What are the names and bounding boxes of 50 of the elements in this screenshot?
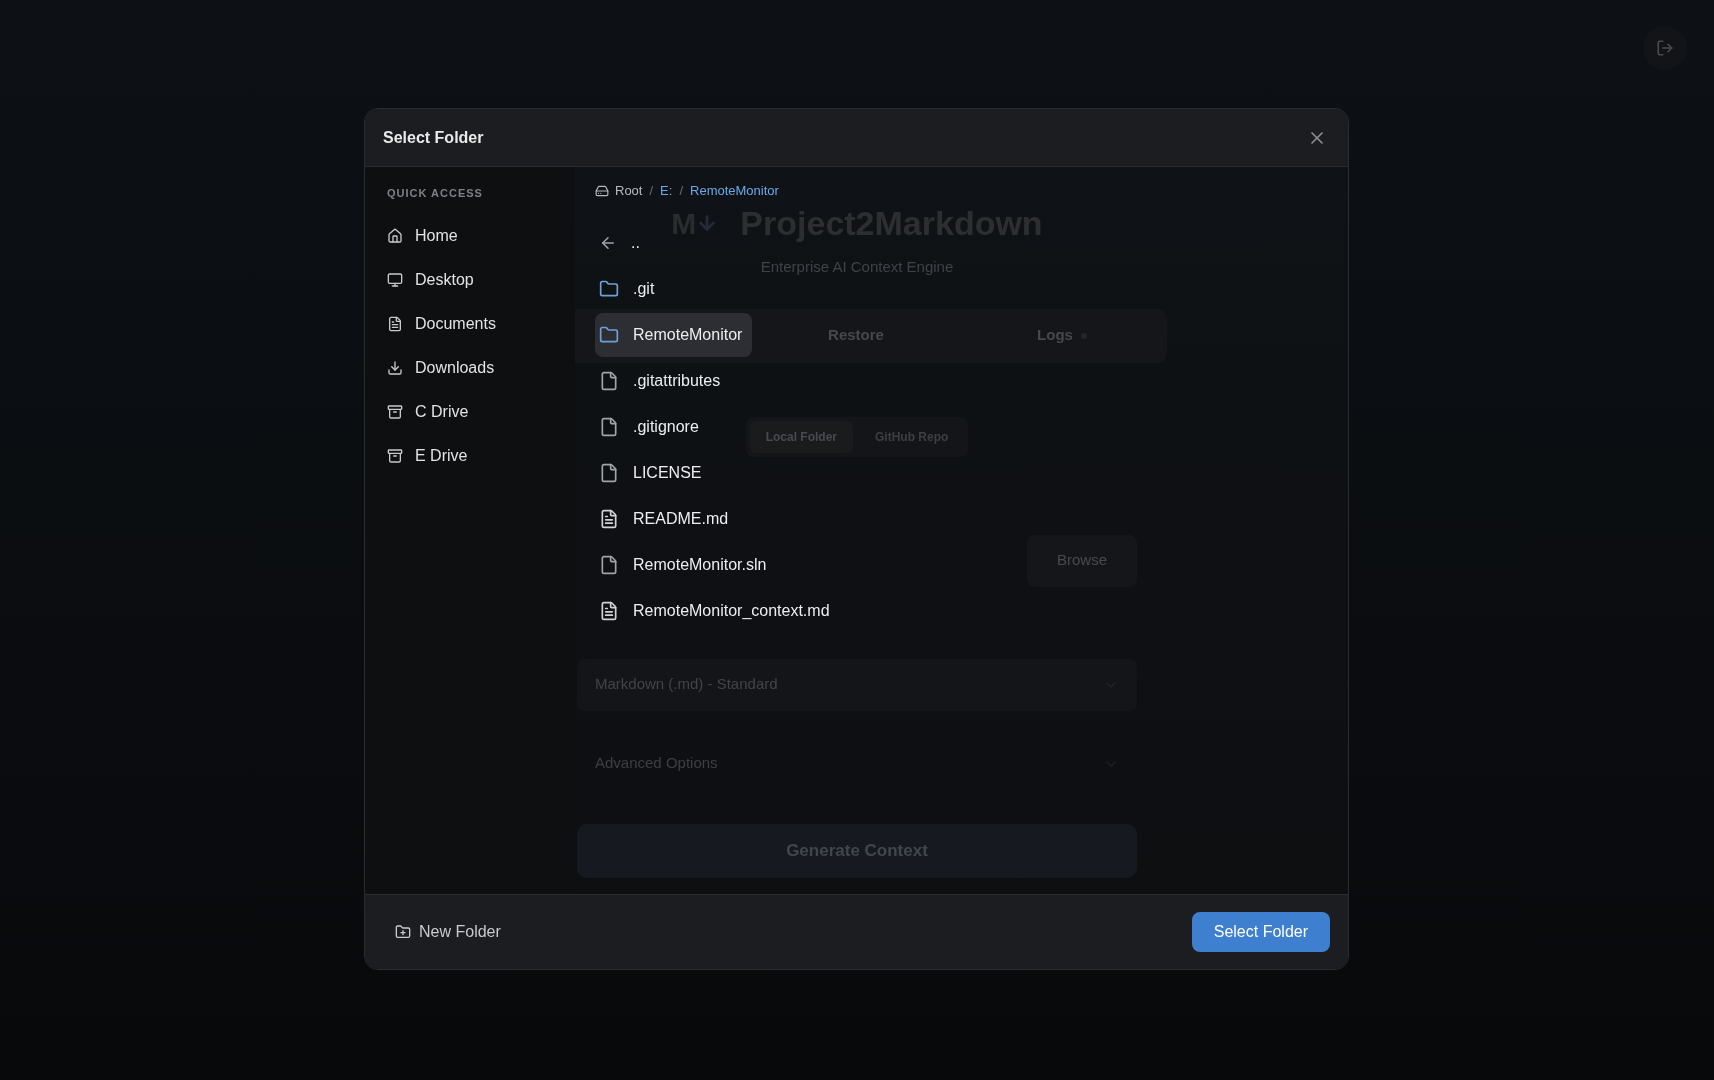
drive-icon xyxy=(595,184,609,198)
sidebar-item[interactable]: Home xyxy=(387,213,553,258)
monitor-icon xyxy=(387,271,403,288)
file-icon xyxy=(599,371,619,391)
breadcrumb-link[interactable]: E: xyxy=(660,181,673,201)
breadcrumb-link[interactable]: Root xyxy=(595,181,643,201)
file-name: RemoteMonitor_context.md xyxy=(633,601,830,621)
file-name: README.md xyxy=(633,509,729,529)
select-folder-button[interactable]: Select Folder xyxy=(1191,912,1330,952)
file-row[interactable]: README.md xyxy=(595,497,739,541)
file-name: LICENSE xyxy=(633,463,702,483)
breadcrumb-separator: / xyxy=(649,182,654,201)
document-icon xyxy=(599,509,619,529)
file-name: RemoteMonitor.sln xyxy=(633,555,767,575)
file-name: .gitignore xyxy=(633,417,699,437)
archive-box-icon xyxy=(387,403,403,420)
folder-icon xyxy=(599,279,619,299)
file-name: .git xyxy=(633,279,655,299)
file-row[interactable]: RemoteMonitor_context.md xyxy=(595,589,840,633)
file-icon xyxy=(599,555,619,575)
sidebar-heading: QUICK ACCESS xyxy=(387,186,484,201)
sidebar-item[interactable]: Documents xyxy=(387,301,553,346)
file-row[interactable]: .git xyxy=(595,267,665,311)
logout-icon xyxy=(1656,39,1674,57)
file-row[interactable]: RemoteMonitor.sln xyxy=(595,543,777,587)
file-name: .. xyxy=(631,233,640,253)
new-folder-button[interactable]: New Folder xyxy=(395,920,501,944)
file-row[interactable]: RemoteMonitor xyxy=(595,313,753,357)
file-icon xyxy=(599,463,619,483)
archive-box-icon xyxy=(387,447,403,464)
file-name: RemoteMonitor xyxy=(633,325,743,345)
file-row[interactable]: .gitignore xyxy=(595,405,709,449)
file-row[interactable]: .. xyxy=(595,221,650,265)
folder-icon xyxy=(599,325,619,345)
document-icon xyxy=(387,315,403,332)
sidebar-item[interactable]: E Drive xyxy=(387,433,553,478)
sidebar-item[interactable]: C Drive xyxy=(387,389,553,434)
sidebar-item[interactable]: Desktop xyxy=(387,257,553,302)
breadcrumb-link[interactable]: RemoteMonitor xyxy=(690,181,779,201)
document-icon xyxy=(599,601,619,621)
breadcrumb-separator: / xyxy=(679,182,683,201)
file-name: .gitattributes xyxy=(633,371,721,391)
file-row[interactable]: .gitattributes xyxy=(595,359,731,403)
folder-plus-icon xyxy=(395,924,411,940)
home-icon xyxy=(387,227,403,244)
download-icon xyxy=(387,359,403,376)
sidebar-item[interactable]: Downloads xyxy=(387,345,553,390)
file-icon xyxy=(599,417,619,437)
file-row[interactable]: LICENSE xyxy=(595,451,712,495)
dialog-title: Select Folder xyxy=(383,127,484,148)
